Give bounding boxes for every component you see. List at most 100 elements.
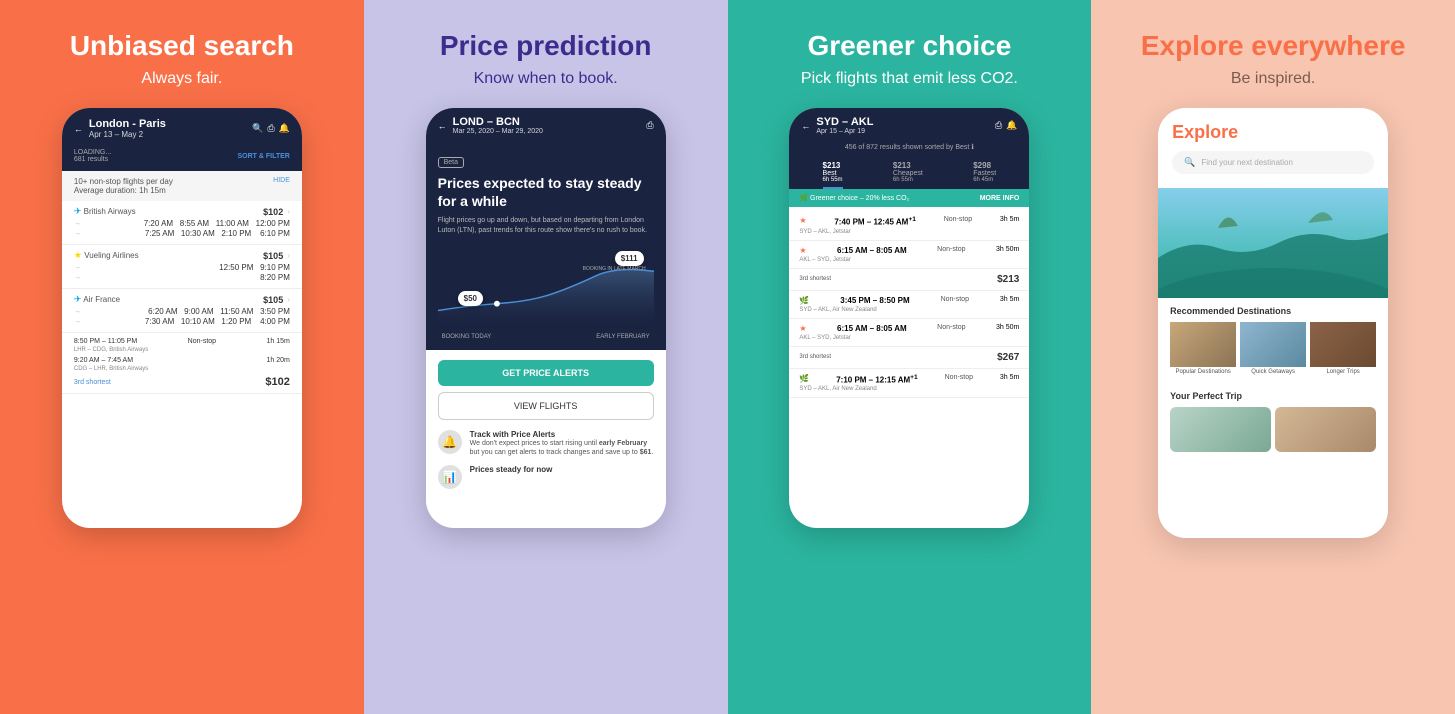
airline-jetstar-1: SYD – AKL, Jetstar <box>799 229 1019 235</box>
airline-jetstar-3: AKL – SYD, Jetstar <box>799 335 1019 341</box>
green-banner-text: 🌿 Greener choice – 20% less CO₂ <box>799 194 909 202</box>
search-icon-4: 🔍 <box>1184 157 1195 168</box>
share-icon-3[interactable]: ⎙ <box>995 120 1002 131</box>
shortest-tag: 3rd shortest <box>74 379 111 386</box>
beta-badge: Beta <box>438 157 464 168</box>
sort-filter-button[interactable]: SORT & FILTER <box>238 153 290 160</box>
back-icon: ← <box>74 124 83 134</box>
flight-item-3: 🌿 3:45 PM – 8:50 PM Non-stop 3h 5m SYD –… <box>789 291 1029 319</box>
perfect-trip-section: Your Perfect Trip <box>1158 391 1388 452</box>
loading-bar: LOADING... 681 results SORT & FILTER <box>62 145 302 171</box>
phone-mockup-4: Explore 🔍 Find your next destination <box>1158 108 1388 538</box>
star-icon-3: ★ <box>799 324 806 333</box>
explore-header: Explore 🔍 Find your next destination <box>1158 108 1388 188</box>
track-icon: 🔔 <box>438 430 462 454</box>
chevron-icon-2: › <box>287 251 290 260</box>
green-banner: 🌿 Greener choice – 20% less CO₂ MORE INF… <box>789 189 1029 207</box>
tab-best[interactable]: $213 Best 6h 55m <box>823 161 843 189</box>
share-icon-2[interactable]: ⎙ <box>646 120 653 131</box>
results-count-3: 456 of 872 results shown sorted by Best … <box>789 141 1029 153</box>
bell-icon[interactable]: 🔔 <box>279 123 290 134</box>
shortest-tag-1: 3rd shortest <box>799 276 831 282</box>
search-bar[interactable]: 🔍 Find your next destination <box>1172 151 1374 174</box>
phone-2-white-section: GET PRICE ALERTS VIEW FLIGHTS 🔔 Track wi… <box>426 350 666 507</box>
trip-image-1[interactable] <box>1170 407 1271 452</box>
nonstop-times-2: 9:20 AM – 7:45 AM <box>74 357 133 364</box>
dest-label-quick: Quick Getaways <box>1240 369 1306 375</box>
section-header: 10+ non-stop flights per day Average dur… <box>62 171 302 201</box>
nonstop-summary: 8:50 PM – 11:05 PM Non-stop 1h 15m LHR –… <box>62 333 302 394</box>
section-header-sub: Average duration: 1h 15m <box>74 186 173 195</box>
booking-late-label: BOOKING IN LATE MARCH <box>583 266 646 272</box>
hide-button[interactable]: HIDE <box>273 177 290 195</box>
phone-1-header-row: ← London - Paris Apr 13 – May 2 🔍 ⎙ 🔔 <box>74 118 290 139</box>
nonstop-duration-2: 1h 20m <box>267 357 290 364</box>
back-icon-3: ← <box>801 121 810 131</box>
tab-fastest[interactable]: $298 Fastest 6h 45m <box>973 161 996 189</box>
tabs-row: $213 Best 6h 55m $213 Cheapest 6h 55m $2… <box>789 153 1029 189</box>
phone-2-body: Beta Prices expected to stay steady for … <box>426 141 666 350</box>
price-213: $213 <box>997 274 1019 285</box>
flight-item-1: ★ 7:40 PM – 12:45 AM+1 Non-stop 3h 5m SY… <box>789 211 1029 241</box>
dest-thumb-longer <box>1310 322 1376 367</box>
leaf-icon-2: 🌿 <box>799 374 809 385</box>
back-icon-2: ← <box>438 121 447 131</box>
final-price: $102 <box>265 376 289 388</box>
search-icon[interactable]: 🔍 <box>252 123 263 134</box>
view-flights-button[interactable]: VIEW FLIGHTS <box>438 392 654 420</box>
explore-title: Explore <box>1172 122 1374 143</box>
chevron-icon: › <box>287 207 290 216</box>
steady-title: Prices steady for now <box>470 465 553 474</box>
dates-2: Mar 25, 2020 – Mar 29, 2020 <box>453 128 647 135</box>
destination-grid: Popular Destinations Quick Getaways Long… <box>1170 322 1376 375</box>
trip-image-2[interactable] <box>1275 407 1376 452</box>
panel-explore-everywhere: Explore everywhere Be inspired. Explore … <box>1091 0 1455 714</box>
airline-price-vueling: $105 <box>263 251 283 261</box>
recommended-section: Recommended Destinations Popular Destina… <box>1158 298 1388 391</box>
price-now: $50 <box>458 291 483 306</box>
dest-thumb-popular <box>1170 322 1236 367</box>
nonstop-route-2: CDG – LHR, British Airways <box>74 366 290 372</box>
route-label: London - Paris <box>89 118 252 130</box>
airline-price-ba: $102 <box>263 207 283 217</box>
dest-card-longer[interactable]: Longer Trips <box>1310 322 1376 375</box>
tab-cheapest[interactable]: $213 Cheapest 6h 55m <box>893 161 923 189</box>
get-alerts-button[interactable]: GET PRICE ALERTS <box>438 360 654 386</box>
more-info-button[interactable]: MORE INFO <box>980 195 1020 202</box>
hero-image: Explore Everywhere <box>1158 188 1388 298</box>
phone-mockup-1: ← London - Paris Apr 13 – May 2 🔍 ⎙ 🔔 LO… <box>62 108 302 528</box>
dest-card-popular[interactable]: Popular Destinations <box>1170 322 1236 375</box>
panel-1-subtitle: Always fair. <box>141 70 222 88</box>
route-2: LOND – BCN <box>453 116 647 128</box>
arrow-depart: → <box>74 220 81 227</box>
bell-icon-3[interactable]: 🔔 <box>1006 120 1017 131</box>
arrow-3: → <box>74 264 81 271</box>
nonstop-times-1: 8:50 PM – 11:05 PM <box>74 338 137 345</box>
flight-item-2: ★ 6:15 AM – 8:05 AM Non-stop 3h 50m AKL … <box>789 241 1029 269</box>
price-row-2: 3rd shortest $267 <box>789 347 1029 369</box>
chart-label-now: BOOKING TODAY <box>442 334 492 340</box>
track-section: 🔔 Track with Price Alerts We don't expec… <box>438 430 654 457</box>
steady-icon: 📊 <box>438 465 462 489</box>
share-icon[interactable]: ⎙ <box>267 123 274 134</box>
prediction-desc: Flight prices go up and down, but based … <box>438 216 654 236</box>
route-3: SYD – AKL <box>816 116 995 128</box>
chevron-icon-3: › <box>287 295 290 304</box>
price-267: $267 <box>997 352 1019 363</box>
track-title: Track with Price Alerts <box>470 430 654 439</box>
arrow-5: → <box>74 308 81 315</box>
phone-mockup-3: ← SYD – AKL Apr 15 – Apr 19 ⎙ 🔔 456 of 8… <box>789 108 1029 528</box>
panel-4-subtitle: Be inspired. <box>1231 70 1316 88</box>
panel-2-title: Price prediction <box>440 30 652 62</box>
airline-name-ba: British Airways <box>84 207 136 216</box>
dest-label-popular: Popular Destinations <box>1170 369 1236 375</box>
dest-card-quick[interactable]: Quick Getaways <box>1240 322 1306 375</box>
nonstop-type-1: Non-stop <box>188 338 216 345</box>
panel-4-title: Explore everywhere <box>1141 30 1406 62</box>
panel-1-title: Unbiased search <box>70 30 294 62</box>
dest-thumb-quick <box>1240 322 1306 367</box>
shortest-tag-2: 3rd shortest <box>799 354 831 360</box>
flight-item-5: 🌿 7:10 PM – 12:15 AM+1 Non-stop 3h 5m SY… <box>789 369 1029 399</box>
steady-text: Prices steady for now <box>470 465 553 489</box>
chart-labels: BOOKING TODAY EARLY FEBRUARY <box>438 334 654 340</box>
